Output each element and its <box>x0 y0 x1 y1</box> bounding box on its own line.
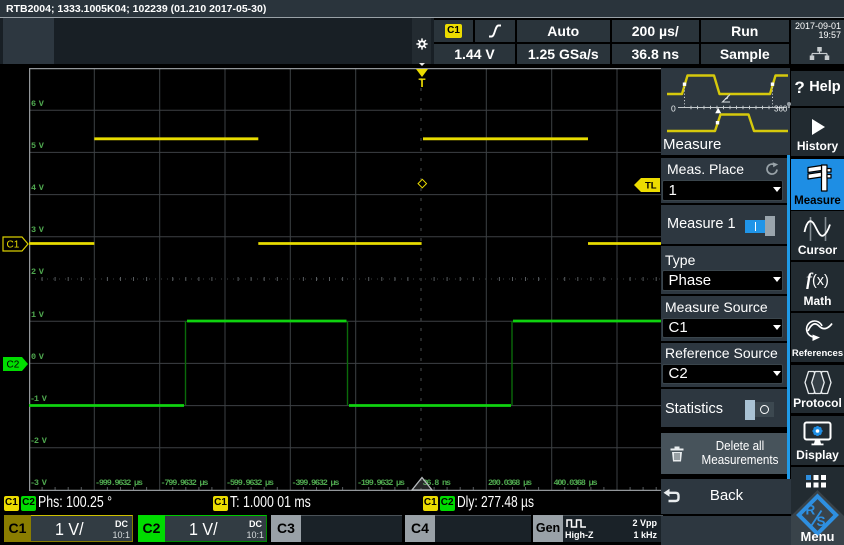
svg-text:C1: C1 <box>7 240 20 251</box>
svg-text:R: R <box>806 503 816 518</box>
svg-text:0: 0 <box>671 104 676 114</box>
svg-text:TL: TL <box>645 180 657 191</box>
svg-text:C2: C2 <box>7 360 20 371</box>
